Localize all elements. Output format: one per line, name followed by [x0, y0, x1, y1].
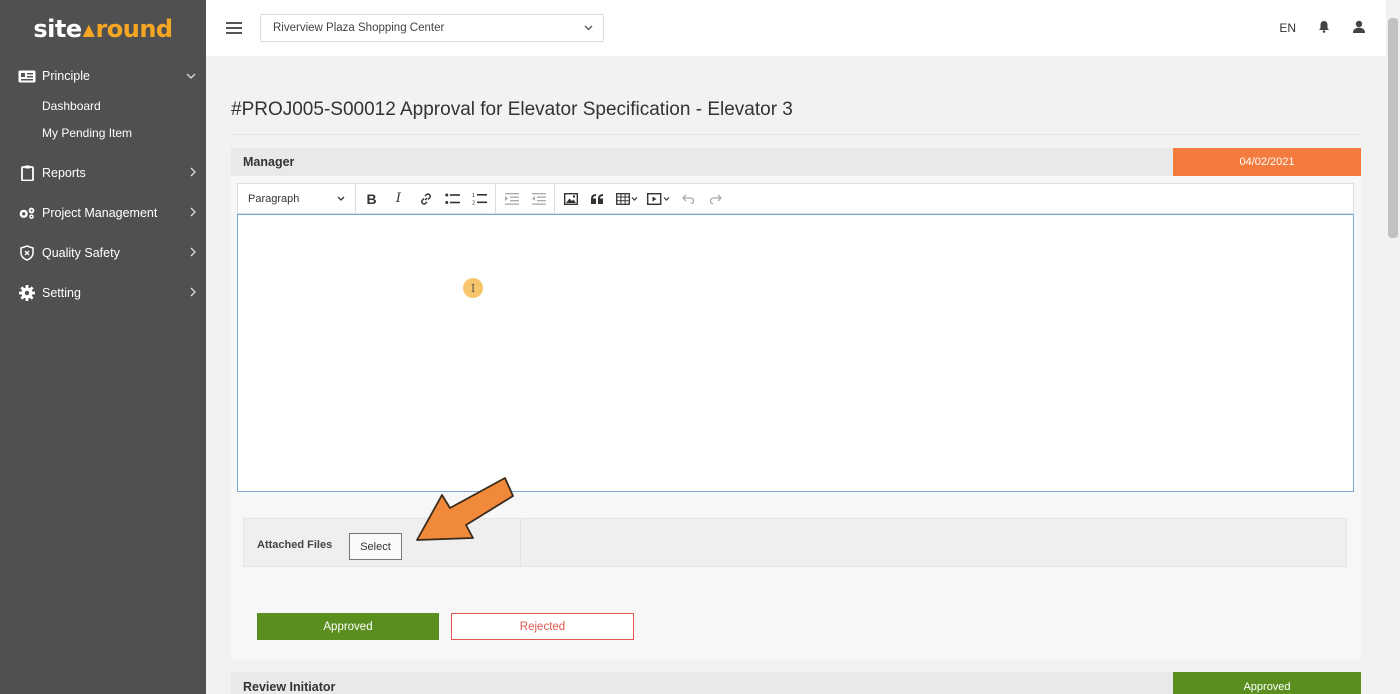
sidebar-item-dashboard[interactable]: Dashboard [0, 92, 206, 119]
sidebar-item-setting[interactable]: Setting [0, 277, 206, 309]
chevron-down-icon [584, 22, 593, 34]
paragraph-format-select[interactable]: Paragraph [238, 184, 356, 213]
bulleted-list-icon[interactable] [439, 184, 466, 213]
chevron-right-icon [190, 247, 196, 260]
language-switcher[interactable]: EN [1279, 21, 1296, 35]
chevron-right-icon [190, 287, 196, 300]
app-logo[interactable]: site ▲ round [0, 0, 206, 58]
date-badge: 04/02/2021 [1173, 148, 1361, 176]
review-initiator-label: Review Initiator [243, 680, 336, 694]
svg-text:2: 2 [472, 201, 475, 206]
top-header: Riverview Plaza Shopping Center EN [206, 0, 1386, 56]
table-icon[interactable] [611, 184, 643, 213]
manager-card: Manager 04/02/2021 Paragraph B I 12 I At… [231, 148, 1361, 660]
page-scrollbar[interactable] [1386, 0, 1400, 694]
gears-icon [18, 205, 36, 221]
review-status-badge: Approved [1173, 672, 1361, 694]
id-card-icon [18, 68, 36, 84]
redo-icon[interactable] [702, 184, 729, 213]
title-divider [231, 134, 1361, 135]
page-title: #PROJ005-S00012 Approval for Elevator Sp… [231, 99, 793, 120]
sidebar-item-project-management[interactable]: Project Management [0, 197, 206, 229]
sidebar: site ▲ round Principle Dashboard My Pendin… [0, 0, 206, 694]
image-icon[interactable] [557, 184, 584, 213]
gear-icon [18, 285, 36, 301]
manager-label: Manager [243, 155, 295, 169]
undo-icon[interactable] [675, 184, 702, 213]
svg-text:1: 1 [472, 193, 475, 199]
text-cursor-icon: I [463, 278, 483, 298]
project-select-value: Riverview Plaza Shopping Center [273, 22, 445, 34]
approved-button[interactable]: Approved [257, 613, 439, 640]
sidebar-item-label: Quality Safety [42, 246, 120, 260]
attached-files-label: Attached Files [257, 539, 333, 551]
clipboard-icon [18, 165, 36, 181]
chevron-down-icon [337, 196, 345, 201]
sidebar-item-label: Principle [42, 69, 90, 83]
shield-icon [18, 245, 36, 261]
editor-toolbar: Paragraph B I 12 [237, 183, 1354, 214]
sidebar-item-my-pending-item[interactable]: My Pending Item [0, 119, 206, 146]
chevron-down-icon [186, 70, 196, 82]
scrollbar-thumb[interactable] [1388, 18, 1398, 238]
files-divider [520, 519, 521, 566]
annotation-arrow-icon [416, 477, 514, 541]
attached-files-section: Attached Files Select [243, 518, 1347, 567]
indent-decrease-icon[interactable] [525, 184, 552, 213]
bell-icon[interactable] [1318, 20, 1330, 36]
sidebar-item-principle[interactable]: Principle [0, 60, 206, 92]
chevron-right-icon [190, 207, 196, 220]
sidebar-item-label: Setting [42, 286, 81, 300]
numbered-list-icon[interactable]: 12 [466, 184, 493, 213]
sidebar-item-label: Reports [42, 166, 86, 180]
toolbar-separator [495, 184, 496, 213]
sidebar-item-quality-safety[interactable]: Quality Safety [0, 237, 206, 269]
link-icon[interactable] [412, 184, 439, 213]
rejected-button[interactable]: Rejected [451, 613, 634, 640]
review-initiator-header: Review Initiator Approved [231, 672, 1361, 694]
chevron-right-icon [190, 167, 196, 180]
italic-button[interactable]: I [385, 184, 412, 213]
manager-card-header: Manager 04/02/2021 [231, 148, 1361, 176]
paragraph-format-value: Paragraph [248, 192, 300, 205]
user-icon[interactable] [1352, 20, 1366, 36]
menu-icon[interactable] [226, 22, 242, 34]
media-embed-icon[interactable] [643, 184, 675, 213]
indent-increase-icon[interactable] [498, 184, 525, 213]
rich-text-editor[interactable]: I [237, 214, 1354, 492]
sidebar-item-label: Project Management [42, 206, 158, 220]
toolbar-separator [554, 184, 555, 213]
project-select[interactable]: Riverview Plaza Shopping Center [260, 14, 604, 42]
bold-button[interactable]: B [358, 184, 385, 213]
select-files-button[interactable]: Select [349, 533, 402, 560]
blockquote-icon[interactable] [584, 184, 611, 213]
sidebar-item-reports[interactable]: Reports [0, 157, 206, 189]
